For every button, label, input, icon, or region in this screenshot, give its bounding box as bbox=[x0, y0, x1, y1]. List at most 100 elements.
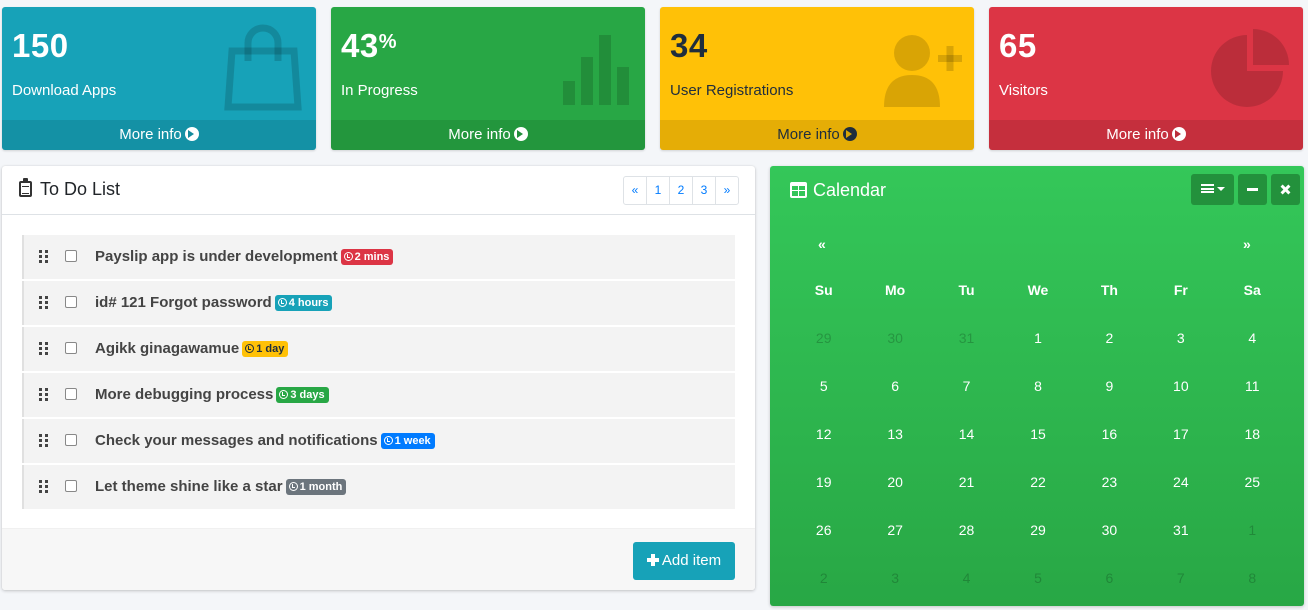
todo-checkbox[interactable] bbox=[65, 388, 77, 400]
calendar-day[interactable]: 10 bbox=[1145, 362, 1216, 410]
time-badge-label: 2 mins bbox=[354, 251, 390, 263]
stat-value: 150 bbox=[12, 27, 69, 64]
drag-handle-icon[interactable] bbox=[39, 342, 49, 356]
calendar-day[interactable]: 27 bbox=[859, 506, 930, 554]
calendar-day[interactable]: 20 bbox=[859, 458, 930, 506]
more-info-link[interactable]: More info bbox=[2, 120, 316, 150]
more-info-link[interactable]: More info bbox=[331, 120, 645, 150]
calendar-day[interactable]: 16 bbox=[1074, 410, 1145, 458]
calendar-day[interactable]: 15 bbox=[1002, 410, 1073, 458]
time-badge: 2 mins bbox=[340, 249, 394, 265]
todo-item: Check your messages and notifications 1 w… bbox=[22, 419, 735, 463]
calendar-day[interactable]: 5 bbox=[788, 362, 859, 410]
calendar-day[interactable]: 31 bbox=[1145, 506, 1216, 554]
more-info-link[interactable]: More info bbox=[660, 120, 974, 150]
drag-handle-icon[interactable] bbox=[39, 388, 49, 402]
calendar-day[interactable]: 13 bbox=[859, 410, 930, 458]
more-info-label: More info bbox=[119, 126, 182, 143]
calendar-day[interactable]: 18 bbox=[1217, 410, 1288, 458]
calendar-week: 19 20 21 22 23 24 25 bbox=[788, 458, 1288, 506]
calendar-day[interactable]: 11 bbox=[1217, 362, 1288, 410]
calendar-day[interactable]: 28 bbox=[931, 506, 1002, 554]
more-info-label: More info bbox=[1106, 126, 1169, 143]
todo-header: To Do List « 1 2 3 » bbox=[2, 166, 755, 215]
todo-text-label: Let theme shine like a star bbox=[95, 478, 283, 495]
todo-checkbox[interactable] bbox=[65, 250, 77, 262]
todo-checkbox[interactable] bbox=[65, 342, 77, 354]
drag-handle-icon[interactable] bbox=[39, 434, 49, 448]
page-prev[interactable]: « bbox=[623, 176, 647, 205]
todo-checkbox[interactable] bbox=[65, 434, 77, 446]
more-info-label: More info bbox=[777, 126, 840, 143]
calendar-day[interactable]: 22 bbox=[1002, 458, 1073, 506]
calendar-day[interactable]: 1 bbox=[1002, 314, 1073, 362]
todo-list: Payslip app is under development 2 mins id… bbox=[22, 235, 735, 511]
calendar-day[interactable]: 21 bbox=[931, 458, 1002, 506]
todo-item: id# 121 Forgot password 4 hours bbox=[22, 281, 735, 325]
todo-checkbox[interactable] bbox=[65, 296, 77, 308]
calendar-day[interactable]: 26 bbox=[788, 506, 859, 554]
calendar-day[interactable]: 1 bbox=[1217, 506, 1288, 554]
calendar-day[interactable]: 30 bbox=[859, 314, 930, 362]
page-next[interactable]: » bbox=[715, 176, 739, 205]
weekday-label: Th bbox=[1100, 282, 1118, 298]
calendar-day[interactable]: 19 bbox=[788, 458, 859, 506]
todo-footer: Add item bbox=[2, 528, 755, 590]
menu-dropdown-button[interactable] bbox=[1191, 174, 1234, 205]
calendar-day[interactable]: 9 bbox=[1074, 362, 1145, 410]
calendar-day[interactable]: 3 bbox=[859, 554, 930, 602]
time-badge: 3 days bbox=[276, 387, 329, 403]
collapse-button[interactable] bbox=[1238, 174, 1267, 205]
arrow-circle-right-icon bbox=[842, 127, 857, 141]
calendar-day[interactable]: 17 bbox=[1145, 410, 1216, 458]
calendar-day[interactable]: 12 bbox=[788, 410, 859, 458]
stat-box-visitors: 65 Visitors More info bbox=[989, 7, 1303, 150]
more-info-link[interactable]: More info bbox=[989, 120, 1303, 150]
todo-checkbox[interactable] bbox=[65, 480, 77, 492]
calendar-day[interactable]: 14 bbox=[931, 410, 1002, 458]
todo-text: Let theme shine like a star 1 month bbox=[95, 478, 347, 495]
user-plus-icon bbox=[884, 35, 962, 107]
page-3[interactable]: 3 bbox=[692, 176, 716, 205]
stat-label: In Progress bbox=[341, 82, 418, 99]
calendar-day[interactable]: 30 bbox=[1074, 506, 1145, 554]
calendar-day[interactable]: 7 bbox=[1145, 554, 1216, 602]
calendar-day[interactable]: 7 bbox=[931, 362, 1002, 410]
calendar-day[interactable]: 4 bbox=[1217, 314, 1288, 362]
calendar-day[interactable]: 6 bbox=[859, 362, 930, 410]
todo-item: More debugging process 3 days bbox=[22, 373, 735, 417]
calendar-day[interactable]: 8 bbox=[1002, 362, 1073, 410]
calendar-day[interactable]: 2 bbox=[1074, 314, 1145, 362]
calendar-day[interactable]: 5 bbox=[1002, 554, 1073, 602]
caret-down-icon bbox=[1217, 187, 1225, 191]
calendar-day[interactable]: 25 bbox=[1217, 458, 1288, 506]
calendar-week: 29 30 31 1 2 3 4 bbox=[788, 314, 1288, 362]
todo-text: Payslip app is under development 2 mins bbox=[95, 248, 394, 265]
todo-text-label: More debugging process bbox=[95, 386, 274, 403]
calendar-day[interactable]: 3 bbox=[1145, 314, 1216, 362]
calendar-day[interactable]: 24 bbox=[1145, 458, 1216, 506]
todo-item: Let theme shine like a star 1 month bbox=[22, 465, 735, 509]
calendar-day[interactable]: 2 bbox=[788, 554, 859, 602]
calendar-day[interactable]: 29 bbox=[788, 314, 859, 362]
calendar-prev-button[interactable]: « bbox=[818, 236, 826, 252]
close-button[interactable] bbox=[1271, 174, 1300, 205]
drag-handle-icon[interactable] bbox=[39, 250, 49, 264]
clock-icon bbox=[343, 252, 353, 261]
calendar-day[interactable]: 6 bbox=[1074, 554, 1145, 602]
time-badge: 4 hours bbox=[274, 295, 333, 311]
calendar-icon bbox=[790, 182, 807, 198]
add-item-button[interactable]: Add item bbox=[633, 542, 735, 580]
calendar-day[interactable]: 23 bbox=[1074, 458, 1145, 506]
calendar-day[interactable]: 8 bbox=[1217, 554, 1288, 602]
page-1[interactable]: 1 bbox=[646, 176, 670, 205]
drag-handle-icon[interactable] bbox=[39, 296, 49, 310]
page-2[interactable]: 2 bbox=[669, 176, 693, 205]
calendar-day[interactable]: 4 bbox=[931, 554, 1002, 602]
calendar-next-button[interactable]: » bbox=[1243, 236, 1251, 252]
calendar-week: 26 27 28 29 30 31 1 bbox=[788, 506, 1288, 554]
calendar-day[interactable]: 29 bbox=[1002, 506, 1073, 554]
todo-text-label: Agikk ginagawamue bbox=[95, 340, 240, 357]
drag-handle-icon[interactable] bbox=[39, 480, 49, 494]
calendar-day[interactable]: 31 bbox=[931, 314, 1002, 362]
